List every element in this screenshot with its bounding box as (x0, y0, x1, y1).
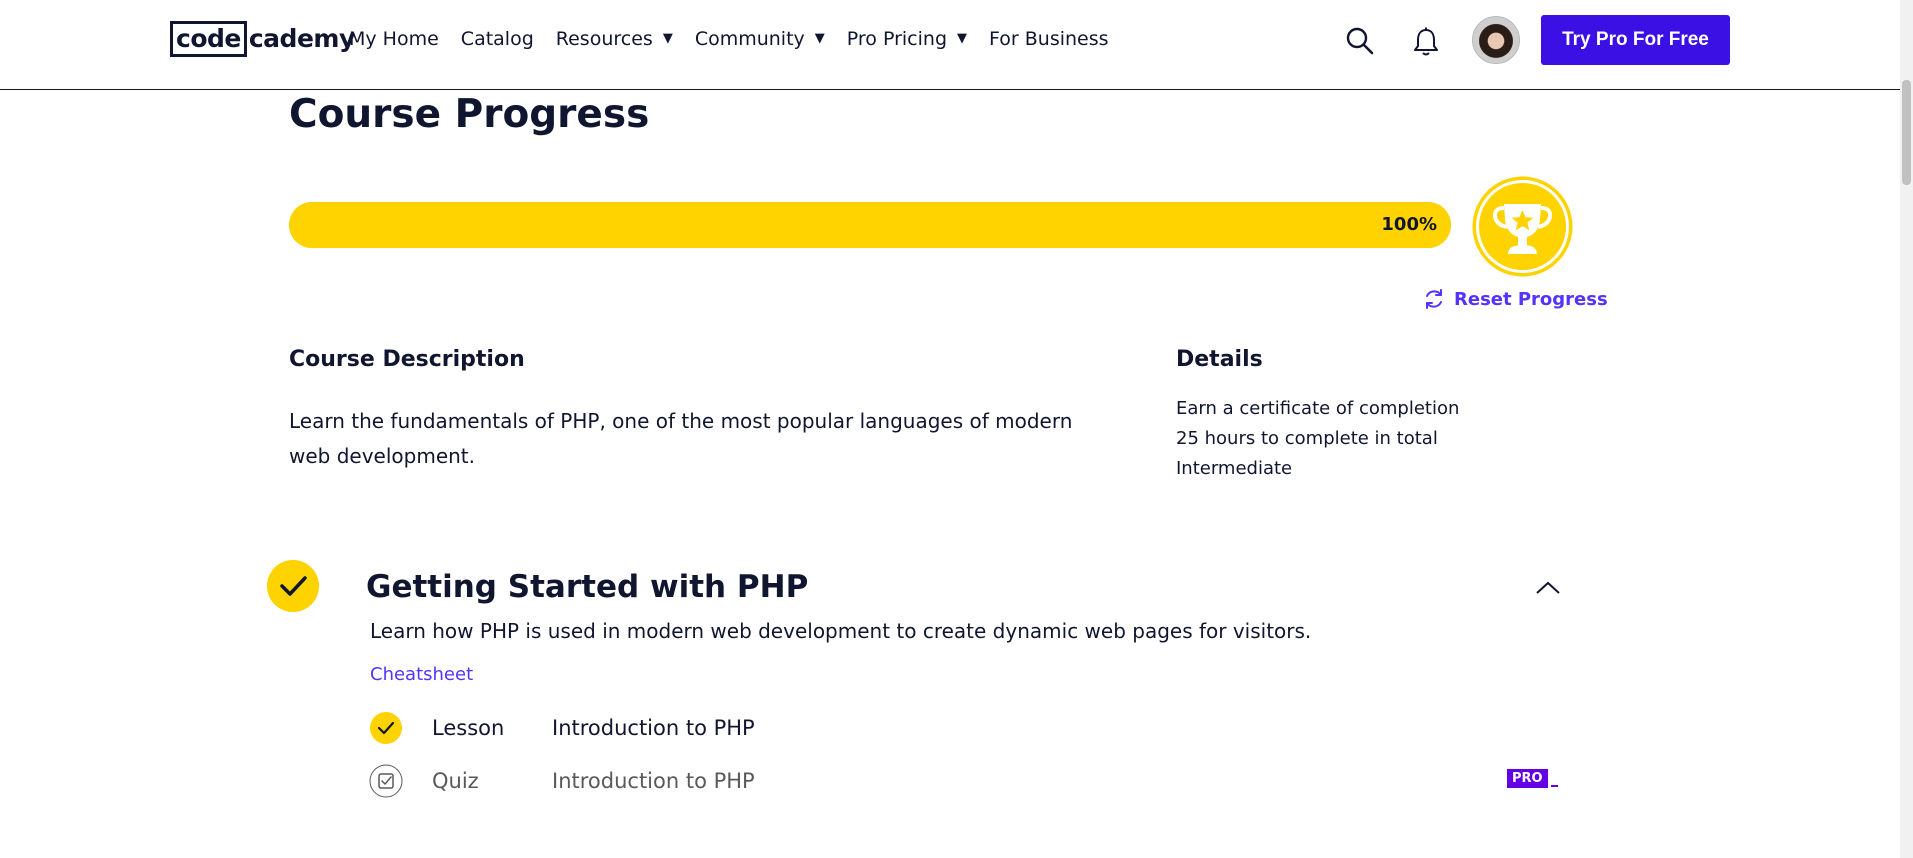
trophy-icon (1472, 176, 1573, 277)
module-item-quiz[interactable]: Quiz Introduction to PHP (369, 764, 755, 798)
nav-catalog-label: Catalog (460, 28, 534, 50)
cheatsheet-link[interactable]: Cheatsheet (370, 662, 473, 688)
quiz-icon (369, 764, 403, 798)
reset-progress-label: Reset Progress (1454, 288, 1608, 310)
nav-for-business[interactable]: For Business (989, 26, 1109, 52)
pro-badge: PRO (1507, 769, 1558, 788)
nav-for-business-label: For Business (989, 28, 1109, 50)
nav-community[interactable]: Community ▼ (695, 26, 825, 52)
course-progress-bar: 100% (289, 202, 1451, 248)
course-description-text: Learn the fundamentals of PHP, one of th… (289, 409, 1073, 468)
search-icon[interactable] (1345, 26, 1375, 56)
progress-fill (289, 202, 1451, 248)
item-type-label: Lesson (432, 716, 505, 740)
caret-down-icon: ▼ (662, 31, 673, 46)
details-list: Earn a certificate of completion 25 hour… (1176, 394, 1459, 484)
nav-pro-pricing[interactable]: Pro Pricing ▼ (847, 26, 967, 52)
module-description: Learn how PHP is used in modern web deve… (370, 619, 1312, 643)
module-title[interactable]: Getting Started with PHP (366, 567, 808, 607)
main-nav: My Home Catalog Resources ▼ Community ▼ Pr… (349, 26, 1109, 52)
detail-certificate: Earn a certificate of completion (1176, 398, 1460, 419)
page-scrollbar[interactable] (1900, 0, 1913, 858)
nav-resources-label: Resources (555, 28, 653, 50)
logo-code-box: code (170, 21, 247, 57)
module-item-lesson[interactable]: Lesson Introduction to PHP (369, 711, 755, 745)
pro-badge-label: PRO (1507, 769, 1548, 788)
reset-icon (1426, 289, 1442, 309)
nav-catalog[interactable]: Catalog (461, 26, 534, 52)
pro-badge-cursor (1550, 785, 1558, 787)
item-name-label: Introduction to PHP (552, 716, 755, 740)
nav-my-home[interactable]: My Home (349, 26, 439, 52)
user-avatar[interactable] (1472, 16, 1520, 64)
caret-down-icon: ▼ (957, 31, 968, 46)
page-title: Course Progress (289, 92, 650, 137)
course-description-heading: Course Description (289, 347, 525, 372)
lesson-complete-check-icon (370, 712, 402, 744)
nav-my-home-label: My Home (349, 28, 439, 50)
item-type-label: Quiz (432, 769, 479, 793)
top-navigation-bar: code cademy My Home Catalog Resources ▼ C… (0, 0, 1900, 90)
nav-community-label: Community (694, 28, 805, 50)
detail-duration: 25 hours to complete in total (1176, 428, 1438, 449)
codecademy-logo[interactable]: code cademy (170, 21, 355, 57)
logo-cademy-text: cademy (248, 24, 355, 53)
try-pro-button[interactable]: Try Pro For Free (1541, 15, 1730, 65)
item-name-label: Introduction to PHP (552, 769, 755, 793)
reset-progress-button[interactable]: Reset Progress (1422, 287, 1608, 311)
module-complete-check-icon (267, 560, 319, 612)
chevron-up-icon[interactable] (1534, 578, 1562, 598)
detail-level: Intermediate (1176, 458, 1293, 479)
nav-pro-pricing-label: Pro Pricing (846, 28, 948, 50)
details-heading: Details (1176, 347, 1263, 372)
bell-icon[interactable] (1411, 26, 1441, 58)
nav-resources[interactable]: Resources ▼ (556, 26, 673, 52)
caret-down-icon: ▼ (814, 31, 825, 46)
scrollbar-thumb[interactable] (1902, 80, 1911, 185)
progress-percent-label: 100% (1381, 214, 1437, 235)
